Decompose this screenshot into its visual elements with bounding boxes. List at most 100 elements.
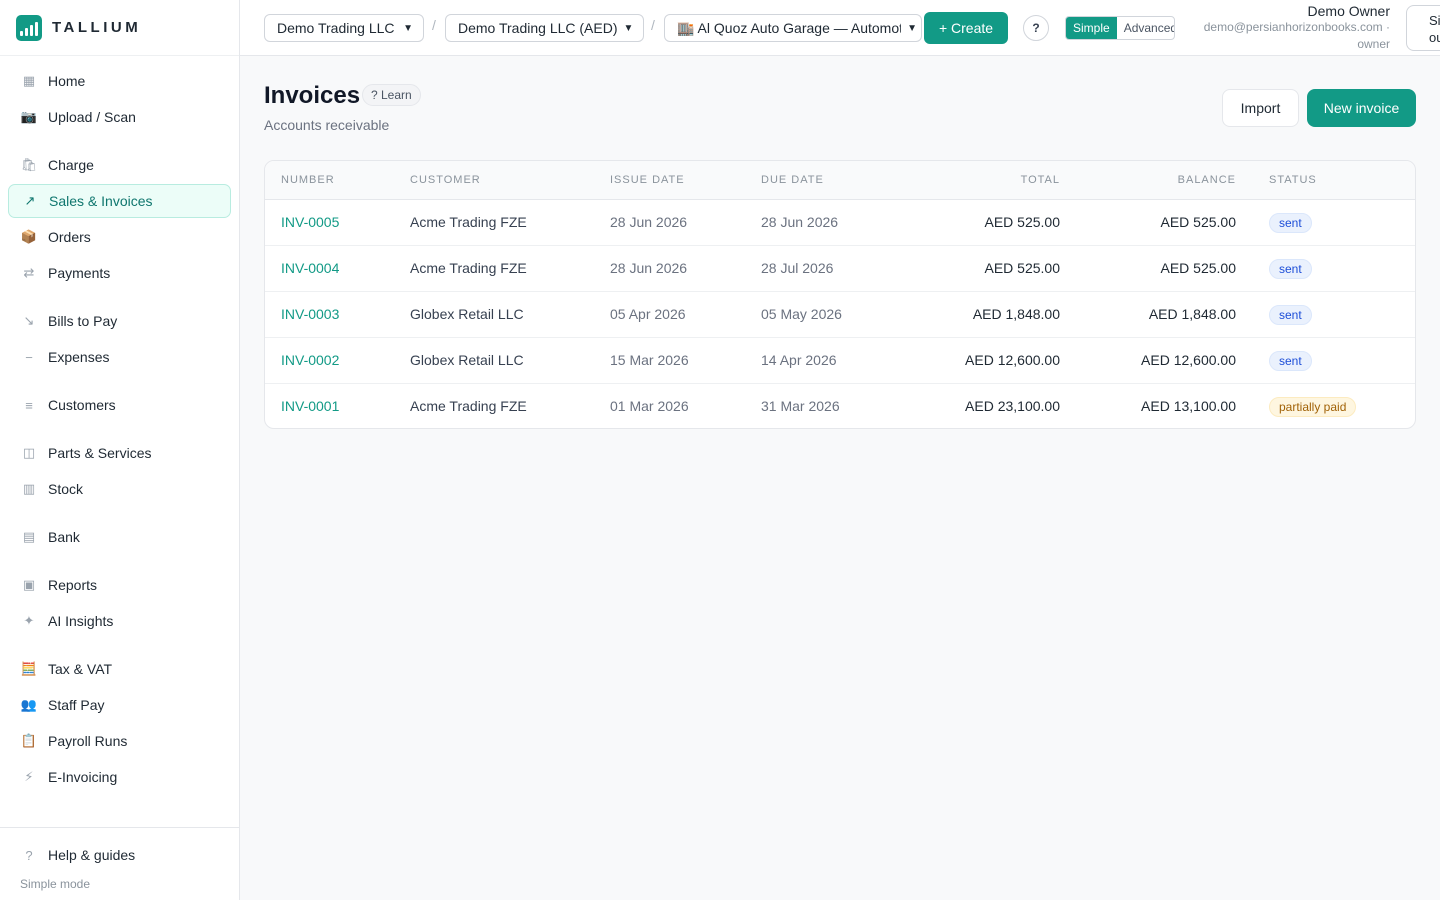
sidebar-item-bank[interactable]: ▤ Bank [8,520,231,554]
sidebar-item-label: Stock [48,481,84,497]
column-header-number[interactable]: NUMBER [281,174,335,186]
sidebar-item-label: Sales & Invoices [49,193,153,209]
sidebar-item-sales-invoices[interactable]: ↗ Sales & Invoices [8,184,231,218]
breadcrumb-separator: / [651,17,655,33]
status-badge: sent [1269,305,1312,325]
sidebar-item-label: Payroll Runs [48,733,128,749]
top-bar: Demo Trading LLC ▼ / Demo Trading LLC (AE… [240,0,1440,56]
mode-advanced-option[interactable]: Advanced [1117,17,1174,39]
issue-date-cell: 15 Mar 2026 [610,352,689,368]
column-header-due-date[interactable]: DUE DATE [761,174,824,186]
help-guides-link[interactable]: ? Help & guides [8,838,231,872]
new-invoice-button[interactable]: New invoice [1307,89,1416,127]
brand-name: TALLIUM [52,19,142,36]
sidebar-item-home[interactable]: ▦ Home [8,64,231,98]
help-icon[interactable]: ? [1023,15,1049,41]
customer-cell: Globex Retail LLC [410,306,524,322]
table-row[interactable]: INV-0005 Acme Trading FZE 28 Jun 2026 28… [265,200,1415,246]
brand[interactable]: TALLIUM [0,0,239,56]
sidebar-item-label: Upload / Scan [48,109,136,125]
sidebar-item-parts-services[interactable]: ◫ Parts & Services [8,436,231,470]
company-select-value: Demo Trading LLC [277,20,395,36]
sidebar-footer: ? Help & guides Simple mode [0,827,239,900]
sidebar-item-payroll-runs[interactable]: 📋 Payroll Runs [8,724,231,758]
bank-icon: ▤ [22,529,36,544]
chevron-down-icon: ▼ [907,22,917,34]
due-date-cell: 28 Jun 2026 [761,214,839,230]
sidebar-item-customers[interactable]: ≡ Customers [8,388,231,422]
sign-out-button[interactable]: Sign out [1406,5,1440,51]
customer-cell: Acme Trading FZE [410,260,527,276]
sidebar-item-orders[interactable]: 📦 Orders [8,220,231,254]
create-button[interactable]: + Create [924,12,1008,44]
import-button[interactable]: Import [1222,89,1299,127]
sidebar-item-payments[interactable]: ⇄ Payments [8,256,231,290]
customer-cell: Acme Trading FZE [410,214,527,230]
table-row[interactable]: INV-0003 Globex Retail LLC 05 Apr 2026 0… [265,292,1415,338]
status-badge: partially paid [1269,397,1357,417]
sidebar-item-charge[interactable]: 🛍 Charge [8,148,231,182]
abacus-icon: 🧮 [20,661,38,676]
sidebar-item-reports[interactable]: ▣ Reports [8,568,231,602]
table-row[interactable]: INV-0001 Acme Trading FZE 01 Mar 2026 31… [265,384,1415,428]
package-icon: 📦 [20,229,38,244]
sidebar: TALLIUM ▦ Home 📷 Upload / Scan 🛍 Charge ↗ Sa… [0,0,240,900]
column-header-issue-date[interactable]: ISSUE DATE [610,174,685,186]
issue-date-cell: 01 Mar 2026 [610,398,689,414]
company-select[interactable]: Demo Trading LLC ▼ [264,14,424,42]
list-icon: ≡ [25,397,33,413]
due-date-cell: 14 Apr 2026 [761,352,837,368]
sidebar-item-label: AI Insights [48,613,114,629]
mode-simple-option[interactable]: Simple [1066,17,1117,39]
sidebar-item-expenses[interactable]: − Expenses [8,340,231,374]
issue-date-cell: 05 Apr 2026 [610,306,686,322]
status-badge: sent [1269,213,1312,233]
learn-button[interactable]: ? Learn [362,84,421,106]
user-name: Demo Owner [1307,3,1390,19]
table-row[interactable]: INV-0004 Acme Trading FZE 28 Jun 2026 28… [265,246,1415,292]
clipboard-icon: 📋 [20,733,38,748]
sidebar-item-label: Orders [48,229,91,245]
shopping-bag-icon: 🛍 [20,157,38,172]
column-header-customer[interactable]: CUSTOMER [410,174,481,186]
total-cell: AED 23,100.00 [965,398,1060,414]
sidebar-item-label: Staff Pay [48,697,105,713]
customer-cell: Acme Trading FZE [410,398,527,414]
sidebar-item-e-invoicing[interactable]: ⚡ E-Invoicing [8,760,231,794]
table-row[interactable]: INV-0002 Globex Retail LLC 15 Mar 2026 1… [265,338,1415,384]
branch-select[interactable]: 🏬 Al Quoz Auto Garage — Automotive ▼ [664,14,922,42]
sidebar-item-tax-vat[interactable]: 🧮 Tax & VAT [8,652,231,686]
status-badge: sent [1269,351,1312,371]
page-header: Invoices ? Learn [264,82,421,110]
sidebar-item-stock[interactable]: ▥ Stock [8,472,231,506]
sidebar-item-bills-to-pay[interactable]: ↘ Bills to Pay [8,304,231,338]
customer-cell: Globex Retail LLC [410,352,524,368]
balance-cell: AED 12,600.00 [1141,352,1236,368]
sidebar-item-staff-pay[interactable]: 👥 Staff Pay [8,688,231,722]
column-header-status[interactable]: STATUS [1269,174,1317,186]
sidebar-item-label: Parts & Services [48,445,152,461]
sidebar-item-label: Home [48,73,86,89]
sidebar-item-label: Tax & VAT [48,661,113,677]
column-header-total[interactable]: TOTAL [1021,174,1060,186]
invoice-number-link[interactable]: INV-0005 [281,214,339,230]
sidebar-item-upload-scan[interactable]: 📷 Upload / Scan [8,100,231,134]
column-header-balance[interactable]: BALANCE [1178,174,1236,186]
sidebar-item-ai-insights[interactable]: ✦ AI Insights [8,604,231,638]
grid-icon: ▦ [22,73,36,88]
sidebar-item-label: Bills to Pay [48,313,118,329]
people-icon: 👥 [20,697,38,712]
ledger-select[interactable]: Demo Trading LLC (AED) ▼ [445,14,644,42]
sidebar-item-label: Charge [48,157,94,173]
invoice-number-link[interactable]: INV-0003 [281,306,339,322]
invoice-number-link[interactable]: INV-0004 [281,260,339,276]
invoice-number-link[interactable]: INV-0002 [281,352,339,368]
balance-cell: AED 1,848.00 [1148,306,1236,322]
balance-cell: AED 525.00 [1160,260,1237,276]
arrow-up-right-icon: ↗ [24,193,36,208]
help-guides-label: Help & guides [48,847,136,863]
sparkle-icon: ✦ [23,613,35,628]
stock-icon: ▥ [22,481,36,496]
sidebar-item-label: Reports [48,577,98,593]
invoice-number-link[interactable]: INV-0001 [281,398,339,414]
